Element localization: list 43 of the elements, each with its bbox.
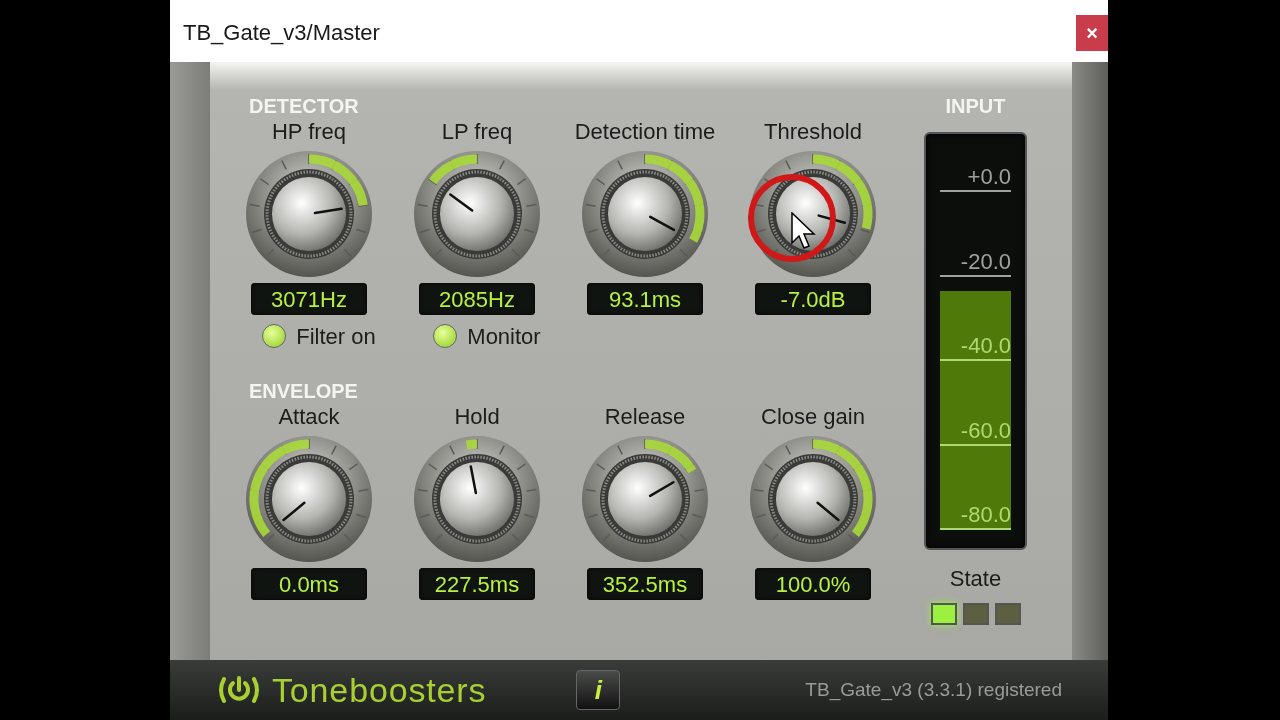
- scale-label: +0.0: [940, 164, 1011, 192]
- value-display: 227.5ms: [419, 568, 535, 600]
- knob-label: Attack: [278, 403, 340, 431]
- knob-label: Hold: [454, 403, 500, 431]
- value-display: 100.0%: [755, 568, 871, 600]
- value-display: 352.5ms: [587, 568, 703, 600]
- knob-label: HP freq: [271, 118, 347, 146]
- close-button[interactable]: ×: [1076, 15, 1108, 51]
- knob-label: Close gain: [761, 403, 865, 431]
- toggle-label: Monitor: [467, 322, 541, 351]
- knob-label: Threshold: [764, 118, 862, 146]
- logo-text: Toneboosters: [272, 669, 487, 711]
- knob[interactable]: [748, 434, 878, 564]
- knob[interactable]: [244, 434, 374, 564]
- knob[interactable]: [412, 149, 542, 279]
- value-display: 2085Hz: [419, 283, 535, 315]
- knob-label: Release: [604, 403, 686, 431]
- version-text: TB_Gate_v3 (3.3.1) registered: [805, 677, 1062, 703]
- info-button[interactable]: i: [576, 670, 621, 710]
- value-display: 0.0ms: [251, 568, 367, 600]
- value-display: 93.1ms: [587, 283, 703, 315]
- knob[interactable]: [748, 149, 878, 279]
- knob-label: LP freq: [441, 118, 513, 146]
- knob-label: Detection time: [574, 118, 716, 146]
- knob[interactable]: [580, 149, 710, 279]
- led-indicator[interactable]: [433, 324, 458, 348]
- scale-label: -20.0: [940, 248, 1011, 277]
- cursor-icon: [791, 212, 817, 250]
- value-display: 3071Hz: [251, 283, 367, 315]
- knob[interactable]: [580, 434, 710, 564]
- state-label: State: [949, 565, 1002, 593]
- section-heading: DETECTOR: [249, 94, 360, 118]
- led-indicator[interactable]: [262, 324, 287, 348]
- knob[interactable]: [244, 149, 374, 279]
- scale-label: -80.0: [940, 502, 1011, 530]
- value-display: -7.0dB: [755, 283, 871, 315]
- knob[interactable]: [412, 434, 542, 564]
- scale-label: -60.0: [940, 417, 1011, 446]
- scale-label: -40.0: [940, 333, 1011, 361]
- section-heading: ENVELOPE: [249, 379, 359, 403]
- section-heading: INPUT: [945, 94, 1006, 118]
- toggle-label: Filter on: [296, 322, 376, 351]
- window-title: TB_Gate_v3/Master: [183, 19, 380, 47]
